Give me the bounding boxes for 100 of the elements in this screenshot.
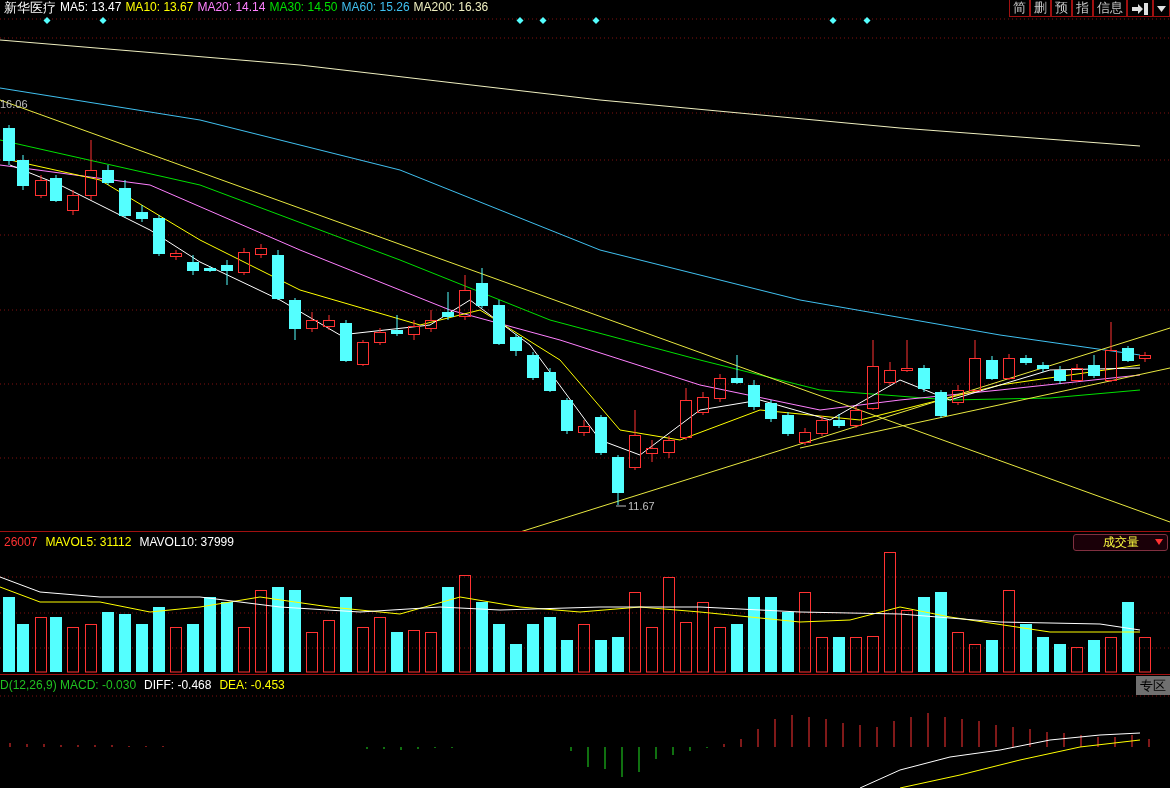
- candlestick: [799, 427, 811, 446]
- indicator-value: D(12,26,9) MACD: -0.030: [0, 676, 137, 694]
- volume-bar: [833, 637, 845, 673]
- candlestick: [918, 364, 930, 393]
- candlestick: [170, 249, 182, 261]
- candlestick: [459, 274, 471, 321]
- candlestick: [102, 164, 114, 186]
- volume-bar: [425, 632, 437, 673]
- volume-bar: [17, 624, 29, 673]
- candlestick: [187, 254, 199, 276]
- volume-bar: [391, 632, 403, 673]
- candlestick: [1071, 363, 1083, 383]
- candlestick: [442, 291, 454, 321]
- volume-bar: [782, 612, 794, 673]
- candlestick: [1054, 365, 1066, 385]
- candlestick: [340, 319, 352, 363]
- candlestick: [374, 327, 386, 346]
- candlestick: [663, 435, 675, 459]
- candlestick: [306, 311, 318, 333]
- candlestick: [714, 373, 726, 403]
- candlestick: [697, 391, 709, 416]
- volume-bar: [102, 612, 114, 673]
- candlestick: [1003, 353, 1015, 381]
- candlestick: [85, 139, 97, 201]
- volume-bar: [595, 640, 607, 673]
- candlestick: [476, 267, 488, 309]
- candlestick: [884, 361, 896, 386]
- indicator-value: MA200: 16.36: [413, 0, 489, 15]
- candlestick: [1105, 321, 1117, 383]
- candlestick: [986, 355, 998, 381]
- price-label: 11.67: [628, 500, 655, 512]
- candlestick: [3, 124, 15, 166]
- exit-icon: [1131, 1, 1149, 16]
- candlestick: [238, 247, 250, 276]
- candlestick: [952, 384, 964, 406]
- stock-name: 新华医疗: [4, 0, 56, 15]
- volume-bar: [221, 602, 233, 673]
- candlestick: [1122, 345, 1134, 363]
- caret-icon: [1155, 539, 1163, 546]
- candlestick: [612, 454, 624, 506]
- candlestick: [119, 179, 131, 219]
- candlestick: [425, 309, 437, 333]
- volume-bar: [612, 637, 624, 673]
- candlestick: [1020, 354, 1032, 366]
- indicator-selector[interactable]: 成交量: [1073, 533, 1168, 551]
- toolbar-button[interactable]: 信息: [1093, 0, 1127, 17]
- indicator-value: MA60: 15.26: [341, 0, 410, 15]
- volume-bar: [561, 640, 573, 673]
- candlestick: [391, 314, 403, 337]
- volume-bar: [374, 617, 386, 673]
- volume-bar: [493, 624, 505, 673]
- candlestick: [646, 439, 658, 463]
- zone-button[interactable]: 专区: [1136, 675, 1170, 695]
- candlestick: [50, 174, 62, 203]
- volume-bar: [153, 607, 165, 673]
- toolbar-button[interactable]: 指: [1072, 0, 1093, 17]
- candlestick: [17, 154, 29, 191]
- candlestick: [561, 397, 573, 435]
- candlestick: [901, 339, 913, 373]
- toolbar-button[interactable]: 预: [1051, 0, 1072, 17]
- volume-bar: [136, 624, 148, 673]
- candlestick: [136, 204, 148, 223]
- candlestick: [67, 189, 79, 216]
- volume-bar: [850, 637, 862, 673]
- volume-bar: [1071, 647, 1083, 673]
- candlestick: [289, 297, 301, 341]
- volume-bar: [67, 627, 79, 673]
- indicator-value: MAVOL5: 31112: [45, 533, 132, 551]
- toolbar-button[interactable]: 简: [1009, 0, 1030, 17]
- candlestick: [1037, 361, 1049, 373]
- volume-bar: [306, 632, 318, 673]
- candlestick: [765, 399, 777, 423]
- candlestick: [595, 414, 607, 456]
- candlestick: [867, 339, 879, 411]
- candlestick: [850, 405, 862, 429]
- candlestick: [255, 243, 267, 259]
- volume-bar: [731, 624, 743, 673]
- volume-bar: [170, 627, 182, 673]
- candlestick: [1139, 351, 1151, 363]
- candlestick: [153, 214, 165, 257]
- volume-bar: [85, 624, 97, 673]
- indicator-value: MAVOL10: 37999: [139, 533, 234, 551]
- dropdown-button[interactable]: [1153, 0, 1170, 17]
- volume-bar: [714, 627, 726, 673]
- volume-bar: [867, 636, 879, 673]
- exit-button[interactable]: [1127, 0, 1153, 17]
- candlestick: [323, 314, 335, 331]
- indicator-value: MA20: 14.14: [197, 0, 266, 15]
- volume-bar: [35, 617, 47, 673]
- candlestick: [35, 174, 47, 199]
- volume-bar: [1122, 602, 1134, 673]
- volume-bar: [527, 624, 539, 673]
- candlestick: [833, 413, 845, 429]
- volume-bar: [323, 620, 335, 673]
- candlestick: [510, 333, 522, 357]
- toolbar-button[interactable]: 删: [1030, 0, 1051, 17]
- candlestick: [731, 354, 743, 385]
- volume-bar: [816, 637, 828, 673]
- candlestick: [629, 409, 641, 471]
- candlestick: [527, 351, 539, 381]
